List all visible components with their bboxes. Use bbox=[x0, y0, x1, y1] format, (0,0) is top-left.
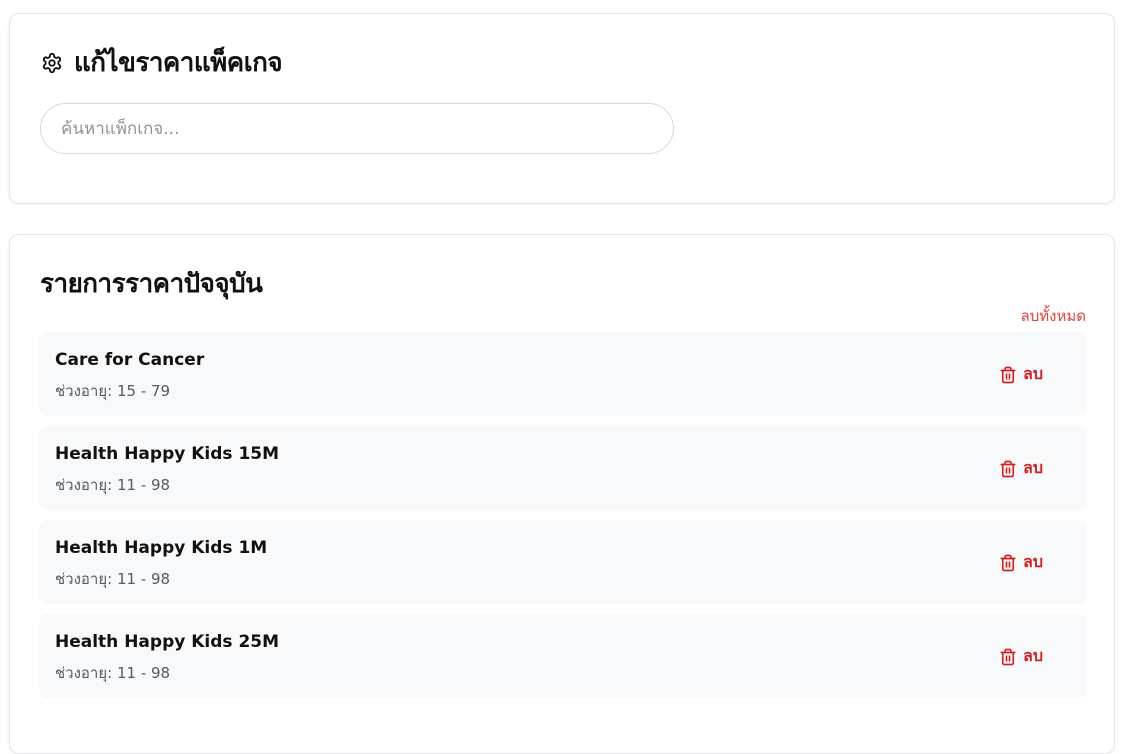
package-name: Care for Cancer bbox=[55, 350, 205, 370]
age-range: ช่วงอายุ: 11 - 98 bbox=[55, 476, 171, 494]
trash-icon bbox=[999, 365, 1017, 385]
package-name: Health Happy Kids 25M bbox=[55, 632, 280, 652]
delete-label: ลบ bbox=[1023, 458, 1043, 477]
gear-icon bbox=[40, 51, 64, 75]
page-title: แก้ไขราคาแพ็คเกจ bbox=[74, 48, 283, 78]
delete-label: ลบ bbox=[1023, 646, 1043, 665]
delete-button[interactable]: ลบ bbox=[999, 550, 1043, 575]
package-name: Health Happy Kids 1M bbox=[55, 538, 268, 558]
edit-package-price-card: แก้ไขราคาแพ็คเกจ bbox=[9, 13, 1115, 204]
package-name: Health Happy Kids 15M bbox=[55, 444, 280, 464]
trash-icon bbox=[999, 553, 1017, 573]
list-item: Health Happy Kids 25M ช่วงอายุ: 11 - 98 … bbox=[39, 614, 1087, 698]
list-item: Health Happy Kids 1M ช่วงอายุ: 11 - 98 ล… bbox=[39, 520, 1087, 604]
delete-button[interactable]: ลบ bbox=[999, 644, 1043, 669]
list-item: Health Happy Kids 15M ช่วงอายุ: 11 - 98 … bbox=[39, 426, 1087, 510]
header: แก้ไขราคาแพ็คเกจ bbox=[40, 42, 283, 83]
trash-icon bbox=[999, 459, 1017, 479]
delete-button[interactable]: ลบ bbox=[999, 362, 1043, 387]
delete-label: ลบ bbox=[1023, 552, 1043, 571]
clear-all-button[interactable]: ลบทั้งหมด bbox=[1021, 304, 1086, 328]
age-range: ช่วงอายุ: 15 - 79 bbox=[55, 382, 171, 400]
search-input[interactable] bbox=[40, 103, 674, 154]
trash-icon bbox=[999, 647, 1017, 667]
price-list: Care for Cancer ช่วงอายุ: 15 - 79 ลบ Hea… bbox=[39, 332, 1087, 708]
list-item: Care for Cancer ช่วงอายุ: 15 - 79 ลบ bbox=[39, 332, 1087, 416]
delete-button[interactable]: ลบ bbox=[999, 456, 1043, 481]
delete-label: ลบ bbox=[1023, 364, 1043, 383]
age-range: ช่วงอายุ: 11 - 98 bbox=[55, 664, 171, 682]
current-price-list-card: รายการราคาปัจจุบัน ลบทั้งหมด Care for Ca… bbox=[9, 234, 1115, 754]
section-title: รายการราคาปัจจุบัน bbox=[40, 269, 263, 299]
age-range: ช่วงอายุ: 11 - 98 bbox=[55, 570, 171, 588]
